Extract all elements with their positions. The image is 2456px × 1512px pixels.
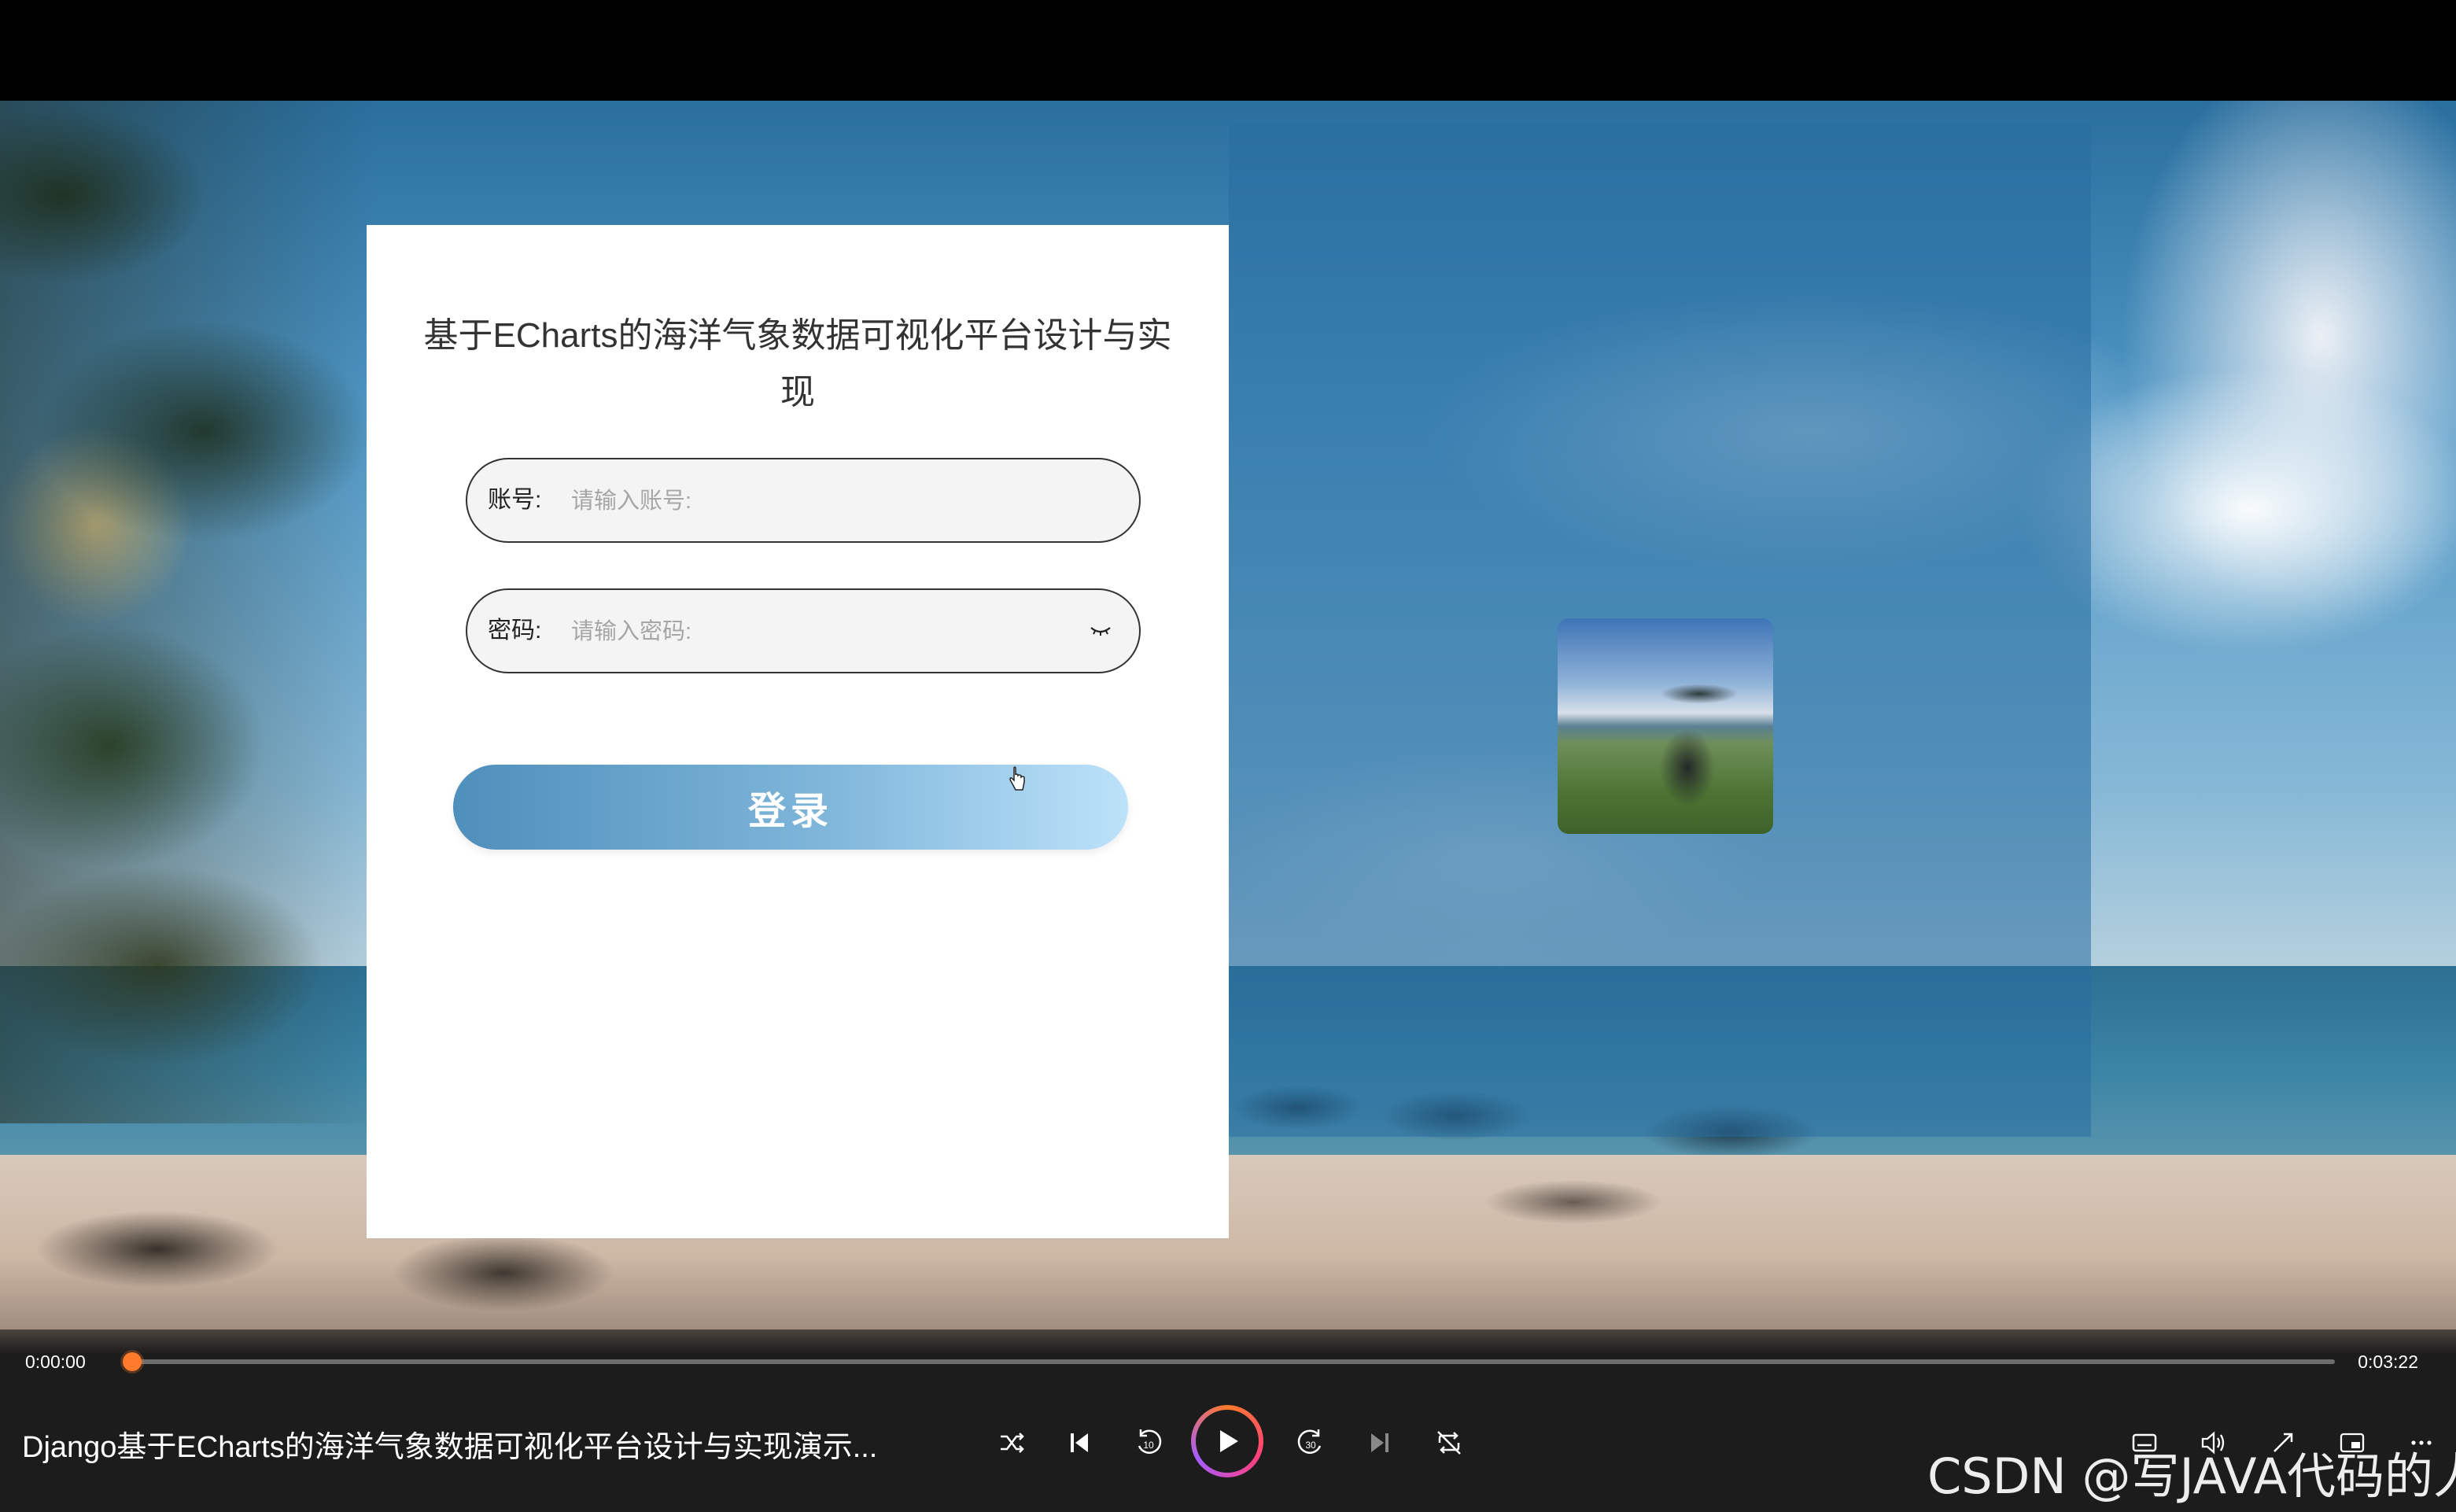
- login-button[interactable]: 登录: [453, 765, 1128, 850]
- video-title: Django基于ECharts的海洋气象数据可视化平台设计与实现演示...: [22, 1431, 878, 1464]
- forward-button[interactable]: 30: [1285, 1418, 1336, 1468]
- progress-track[interactable]: [134, 1359, 2335, 1364]
- login-card: 基于ECharts的海洋气象数据可视化平台设计与实现 账号: 密码: 登录: [367, 225, 1229, 1238]
- avatar-image: [1558, 618, 1773, 834]
- current-time: 0:00:00: [25, 1352, 86, 1372]
- repeat-button[interactable]: [1424, 1418, 1474, 1468]
- login-title: 基于ECharts的海洋气象数据可视化平台设计与实现: [423, 316, 1172, 411]
- repeat-icon: [1437, 1431, 1461, 1455]
- progress-thumb[interactable]: [123, 1352, 142, 1371]
- previous-button[interactable]: [1054, 1418, 1104, 1468]
- next-button[interactable]: [1355, 1418, 1405, 1468]
- account-label: 账号:: [488, 487, 542, 513]
- password-input[interactable]: [570, 607, 1045, 656]
- csdn-watermark: CSDN @写JAVA代码的人: [1927, 1447, 2456, 1505]
- account-field[interactable]: 账号:: [466, 458, 1141, 543]
- shuffle-icon: [1001, 1433, 1024, 1453]
- rewind-10-icon: 10: [1138, 1429, 1162, 1454]
- account-input[interactable]: [570, 477, 1045, 526]
- eye-closed-icon[interactable]: [1089, 621, 1112, 640]
- top-black-bar: [0, 0, 2456, 101]
- hand-cursor-icon: [1009, 766, 1025, 791]
- next-icon: [1371, 1433, 1388, 1452]
- svg-text:10: 10: [1143, 1440, 1154, 1451]
- password-field[interactable]: 密码:: [466, 588, 1141, 673]
- play-icon: [1220, 1430, 1238, 1452]
- play-button[interactable]: [1191, 1405, 1263, 1477]
- svg-text:30: 30: [1305, 1440, 1316, 1451]
- password-label: 密码:: [488, 618, 542, 644]
- previous-icon: [1071, 1433, 1088, 1452]
- rewind-button[interactable]: 10: [1123, 1418, 1174, 1468]
- palm-trees: [0, 101, 378, 1123]
- forward-30-icon: 30: [1297, 1429, 1322, 1454]
- shuffle-button[interactable]: [986, 1418, 1037, 1468]
- total-time: 0:03:22: [2358, 1352, 2418, 1372]
